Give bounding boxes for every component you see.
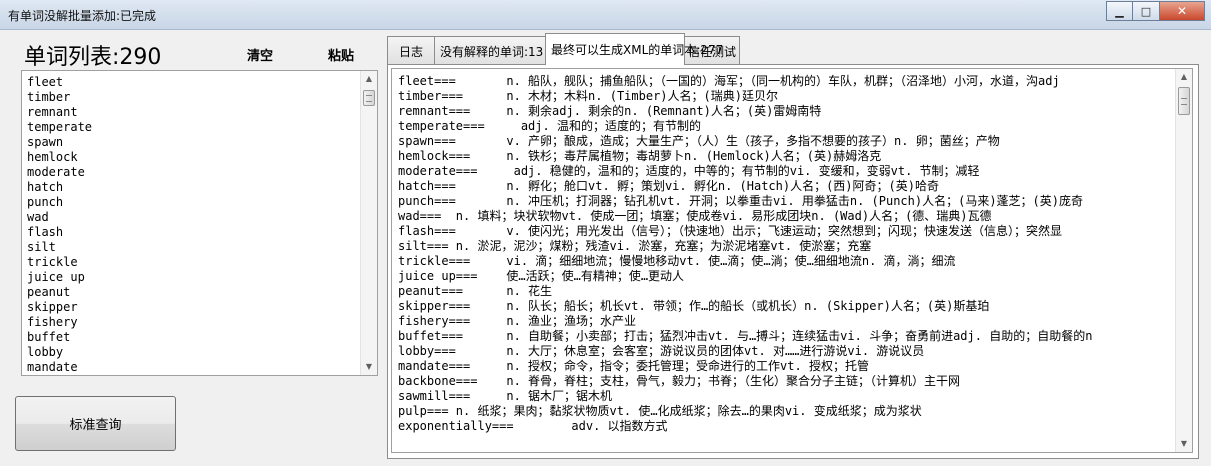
output-line: temperate=== adj. 温和的；适度的；有节制的 — [398, 119, 701, 133]
scroll-up-arrow-icon[interactable]: ▲ — [1176, 69, 1192, 85]
list-item[interactable]: hemlock — [27, 150, 92, 165]
maximize-button[interactable]: □ — [1133, 1, 1160, 21]
output-line: sawmill=== n. 锯木厂；锯木机 — [398, 389, 613, 403]
list-item[interactable]: hatch — [27, 180, 92, 195]
output-line: hatch=== n. 孵化；舱口vt. 孵；策划vi. 孵化n. (Hatch… — [398, 179, 939, 193]
tab-xml-wordbook[interactable]: 最终可以生成XML的单词本:277 — [545, 33, 723, 65]
tab-panel: fleet=== n. 船队，舰队；捕鱼船队；（一国的）海军；（同一机构的）车队… — [387, 64, 1199, 459]
word-list-items: fleet timber remnant temperate spawn hem… — [27, 75, 92, 375]
word-list-scrollbar[interactable]: ▲ ▼ — [360, 71, 377, 375]
standard-query-button[interactable]: 标准查询 — [15, 396, 176, 451]
scroll-thumb[interactable] — [363, 90, 375, 106]
output-scrollbar[interactable]: ▲ ▼ — [1175, 69, 1192, 452]
title-bar: 有单词没解批量添加:已完成 ▁ □ ✕ — [0, 0, 1211, 30]
output-line: juice up=== 使…活跃；使…有精神；使…更动人 — [398, 269, 685, 283]
output-line: silt=== n. 淤泥，泥沙；煤粉；残渣vi. 淤塞，充塞；为淤泥堵塞vt.… — [398, 239, 872, 253]
output-line: flash=== v. 使闪光；用光发出（信号）；（快速地）出示；飞速运动；突然… — [398, 224, 1063, 238]
word-list[interactable]: fleet timber remnant temperate spawn hem… — [21, 70, 378, 376]
paste-button[interactable]: 粘贴 — [328, 45, 354, 64]
scroll-up-arrow-icon[interactable]: ▲ — [361, 71, 377, 87]
window-title: 有单词没解批量添加:已完成 — [8, 9, 157, 23]
list-item[interactable]: temperate — [27, 120, 92, 135]
output-line: fleet=== n. 船队，舰队；捕鱼船队；（一国的）海军；（同一机构的）车队… — [398, 74, 1060, 88]
list-item[interactable]: spawn — [27, 135, 92, 150]
output-line: moderate=== adj. 稳健的，温和的；适度的，中等的；有节制的vi.… — [398, 164, 980, 178]
output-textarea[interactable]: fleet=== n. 船队，舰队；捕鱼船队；（一国的）海军；（同一机构的）车队… — [391, 68, 1193, 453]
output-line: timber=== n. 木材；木料n. (Timber)人名；(瑞典)廷贝尔 — [398, 89, 778, 103]
output-lines: fleet=== n. 船队，舰队；捕鱼船队；（一国的）海军；（同一机构的）车队… — [398, 74, 1178, 434]
list-item[interactable]: mandate — [27, 360, 92, 375]
list-item[interactable]: trickle — [27, 255, 92, 270]
close-icon: ✕ — [1176, 4, 1188, 18]
list-item[interactable]: peanut — [27, 285, 92, 300]
minimize-button[interactable]: ▁ — [1106, 1, 1133, 21]
maximize-icon: □ — [1140, 4, 1152, 18]
list-item[interactable]: buffet — [27, 330, 92, 345]
output-line: backbone=== n. 脊骨，脊柱；支柱，骨气，毅力；书脊；（生化）聚合分… — [398, 374, 961, 388]
list-item[interactable]: moderate — [27, 165, 92, 180]
output-line: spawn=== v. 产卵；酿成，造成；大量生产；（人）生（孩子，多指不想要的… — [398, 134, 1000, 148]
word-count-label: 单词列表:290 — [24, 45, 162, 70]
tab-words-without-definition[interactable]: 没有解释的单词:13 — [434, 36, 546, 65]
output-line: trickle=== vi. 滴；细细地流；慢慢地移动vt. 使…滴；使…淌；使… — [398, 254, 956, 268]
output-line: lobby=== n. 大厅；休息室；会客室；游说议员的团体vt. 对……进行游… — [398, 344, 925, 358]
list-item[interactable]: fleet — [27, 75, 92, 90]
minimize-icon: ▁ — [1115, 4, 1124, 18]
list-item[interactable]: flash — [27, 225, 92, 240]
output-line: buffet=== n. 自助餐；小卖部；打击；猛烈冲击vt. 与…搏斗；连续猛… — [398, 329, 1093, 343]
output-line: peanut=== n. 花生 — [398, 284, 553, 298]
output-line: pulp=== n. 纸浆；果肉；黏浆状物质vt. 使…化成纸浆；除去…的果肉v… — [398, 404, 922, 418]
list-item[interactable]: fishery — [27, 315, 92, 330]
list-item[interactable]: juice up — [27, 270, 92, 285]
output-line: remnant=== n. 剩余adj. 剩余的n. (Remnant)人名；(… — [398, 104, 822, 118]
list-item[interactable]: remnant — [27, 105, 92, 120]
clear-button[interactable]: 清空 — [247, 45, 273, 64]
list-item[interactable]: timber — [27, 90, 92, 105]
output-line: exponentially=== adv. 以指数方式 — [398, 419, 668, 433]
scroll-thumb[interactable] — [1178, 87, 1190, 115]
output-line: skipper=== n. 队长；船长；机长vt. 带领；作…的船长（或机长）n… — [398, 299, 990, 313]
output-line: mandate=== n. 授权；命令，指令；委托管理；受命进行的工作vt. 授… — [398, 359, 869, 373]
scroll-down-arrow-icon[interactable]: ▼ — [361, 359, 377, 375]
output-line: wad=== n. 填料；块状软物vt. 使成一团；填塞；使成卷vi. 易形成团… — [398, 209, 992, 223]
tab-log[interactable]: 日志 — [387, 36, 435, 65]
list-item[interactable]: wad — [27, 210, 92, 225]
list-item[interactable]: silt — [27, 240, 92, 255]
tab-strip: 日志 没有解释的单词:13 最终可以生成XML的单词本:277 信任测试 — [387, 33, 740, 65]
output-line: hemlock=== n. 铁杉；毒芹属植物；毒胡萝卜n. (Hemlock)人… — [398, 149, 882, 163]
scroll-down-arrow-icon[interactable]: ▼ — [1176, 436, 1192, 452]
list-item[interactable]: lobby — [27, 345, 92, 360]
list-item[interactable]: punch — [27, 195, 92, 210]
output-line: punch=== n. 冲压机；打洞器；钻孔机vt. 开洞；以拳重击vi. 用拳… — [398, 194, 1083, 208]
list-item[interactable]: skipper — [27, 300, 92, 315]
output-line: fishery=== n. 渔业；渔场；水产业 — [398, 314, 637, 328]
close-button[interactable]: ✕ — [1160, 1, 1205, 21]
window-controls: ▁ □ ✕ — [1106, 1, 1205, 21]
